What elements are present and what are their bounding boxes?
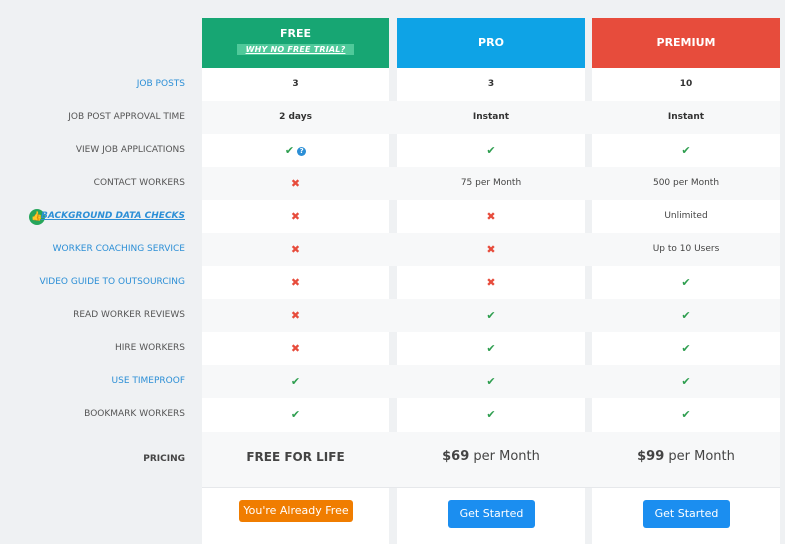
feature-label-approval-time: JOB POST APPROVAL TIME (68, 112, 185, 122)
check-icon: ✔ (284, 144, 295, 157)
free-plan-header: FREE WHY NO FREE TRIAL? (202, 18, 389, 68)
feature-label-bookmark-workers: BOOKMARK WORKERS (84, 409, 185, 419)
premium-bookmark-workers: ✔ (592, 398, 780, 431)
premium-price-period: per Month (668, 449, 735, 464)
premium-price: $99 per Month (592, 432, 780, 487)
pro-video-guide: ✖ (397, 266, 585, 299)
pro-price: $69 per Month (397, 432, 585, 487)
feature-label-coaching-service[interactable]: WORKER COACHING SERVICE (0, 233, 185, 266)
feature-label-read-reviews: READ WORKER REVIEWS (73, 310, 185, 320)
feature-label-job-posts[interactable]: JOB POSTS (0, 68, 185, 101)
premium-timeproof: ✔ (592, 365, 780, 398)
check-icon: ✔ (486, 144, 496, 157)
free-approval-time: 2 days (279, 112, 312, 122)
feature-label-video-guide[interactable]: VIDEO GUIDE TO OUTSOURCING (0, 266, 185, 299)
check-icon: ✔ (681, 309, 691, 322)
premium-get-started-button[interactable]: Get Started (643, 500, 730, 528)
already-free-button[interactable]: You're Already Free (239, 500, 353, 522)
check-icon: ✔ (486, 342, 496, 355)
premium-coaching-service: Up to 10 Users (652, 244, 720, 254)
divider (202, 487, 780, 488)
pro-approval-time: Instant (472, 112, 510, 122)
pro-timeproof: ✔ (397, 365, 585, 398)
premium-read-reviews: ✔ (592, 299, 780, 332)
cross-icon: ✖ (290, 276, 301, 289)
check-icon: ✔ (681, 408, 691, 421)
premium-view-applications: ✔ (592, 134, 780, 167)
cross-icon: ✖ (486, 210, 496, 223)
pro-background-checks: ✖ (397, 200, 585, 233)
cross-icon: ✖ (290, 243, 301, 256)
free-bookmark-workers: ✔ (202, 398, 389, 431)
pricing-label: PRICING (143, 454, 185, 464)
pro-job-posts: 3 (487, 79, 495, 89)
pro-plan-header: PRO (397, 18, 585, 68)
pro-bookmark-workers: ✔ (397, 398, 585, 431)
free-price: FREE FOR LIFE (202, 432, 389, 487)
free-contact-workers: ✖ (202, 167, 389, 200)
check-icon: ✔ (290, 375, 301, 388)
free-job-posts: 3 (292, 79, 299, 89)
help-icon[interactable]: ? (297, 147, 307, 156)
free-read-reviews: ✖ (202, 299, 389, 332)
premium-approval-time: Instant (667, 112, 705, 122)
feature-label-timeproof[interactable]: USE TIMEPROOF (0, 365, 185, 398)
cross-icon: ✖ (290, 177, 301, 190)
free-for-life-text: FREE FOR LIFE (246, 450, 345, 464)
premium-plan-header: PREMIUM (592, 18, 780, 68)
free-plan-title: FREE (279, 27, 311, 40)
check-icon: ✔ (486, 408, 496, 421)
premium-hire-workers: ✔ (592, 332, 780, 365)
feature-label-background-checks[interactable]: BACKGROUND DATA CHECKS (0, 200, 185, 233)
check-icon: ✔ (486, 309, 496, 322)
pro-hire-workers: ✔ (397, 332, 585, 365)
check-icon: ✔ (681, 375, 691, 388)
check-icon: ✔ (681, 144, 691, 157)
free-coaching-service: ✖ (202, 233, 389, 266)
cross-icon: ✖ (290, 309, 301, 322)
pro-view-applications: ✔ (397, 134, 585, 167)
pro-read-reviews: ✔ (397, 299, 585, 332)
premium-video-guide: ✔ (592, 266, 780, 299)
premium-plan-title: PREMIUM (656, 36, 716, 49)
free-hire-workers: ✖ (202, 332, 389, 365)
premium-background-checks: Unlimited (664, 211, 708, 221)
cross-icon: ✖ (486, 276, 496, 289)
free-view-applications: ✔? (202, 134, 389, 167)
cross-icon: ✖ (486, 243, 496, 256)
feature-label-hire-workers: HIRE WORKERS (114, 343, 185, 353)
premium-price-amount: $99 (637, 449, 665, 464)
check-icon: ✔ (486, 375, 496, 388)
cross-icon: ✖ (290, 342, 301, 355)
cross-icon: ✖ (290, 210, 301, 223)
free-background-checks: ✖ (202, 200, 389, 233)
check-icon: ✔ (290, 408, 301, 421)
pro-plan-title: PRO (478, 36, 504, 49)
pro-get-started-button[interactable]: Get Started (448, 500, 535, 528)
free-timeproof: ✔ (202, 365, 389, 398)
feature-label-contact-workers: CONTACT WORKERS (93, 178, 185, 188)
premium-job-posts: 10 (679, 79, 693, 89)
feature-label-view-applications: VIEW JOB APPLICATIONS (75, 145, 185, 155)
pro-price-amount: $69 (442, 449, 470, 464)
free-video-guide: ✖ (202, 266, 389, 299)
pro-coaching-service: ✖ (397, 233, 585, 266)
pro-price-period: per Month (473, 449, 540, 464)
premium-contact-workers: 500 per Month (652, 178, 720, 188)
why-no-free-trial-link[interactable]: WHY NO FREE TRIAL? (236, 44, 355, 55)
check-icon: ✔ (681, 276, 691, 289)
check-icon: ✔ (681, 342, 691, 355)
pro-contact-workers: 75 per Month (460, 178, 522, 188)
